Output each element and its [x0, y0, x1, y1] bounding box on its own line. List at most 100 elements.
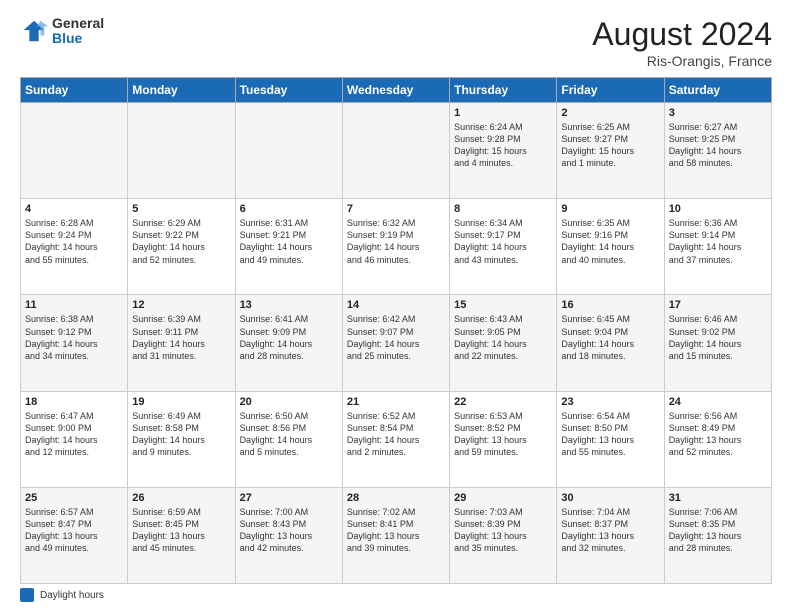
day-info: Sunrise: 6:52 AM Sunset: 8:54 PM Dayligh…: [347, 410, 445, 459]
day-number: 2: [561, 107, 659, 119]
day-cell: 9 Sunrise: 6:35 AM Sunset: 9:16 PM Daylig…: [557, 199, 664, 295]
day-cell: 18Sunrise: 6:47 AM Sunset: 9:00 PM Dayli…: [21, 391, 128, 487]
day-cell: 12 Sunrise: 6:39 AM Sunset: 9:11 PM Dayli…: [128, 295, 235, 391]
day-info: Sunrise: 6:27 AM Sunset: 9:25 PM Dayligh…: [669, 121, 767, 170]
day-cell: [21, 103, 128, 199]
month-year: August 2024: [592, 16, 772, 53]
day-number: 1: [454, 107, 552, 119]
weekday-wednesday: Wednesday: [342, 78, 449, 103]
day-cell: 28 Sunrise: 7:02 AM Sunset: 8:41 PM Dayli…: [342, 487, 449, 583]
day-info: Sunrise: 7:06 AM Sunset: 8:35 PM Dayligh…: [669, 506, 767, 555]
day-info: Sunrise: 6:25 AM Sunset: 9:27 PM Dayligh…: [561, 121, 659, 170]
day-number: 10: [669, 203, 767, 215]
day-number: 11: [25, 299, 123, 311]
page: General Blue August 2024 Ris-Orangis, Fr…: [0, 0, 792, 612]
day-number: 25: [25, 492, 123, 504]
day-number: 7: [347, 203, 445, 215]
day-cell: 19 Sunrise: 6:49 AM Sunset: 8:58 PM Dayli…: [128, 391, 235, 487]
logo: General Blue: [20, 16, 104, 47]
day-cell: 21 Sunrise: 6:52 AM Sunset: 8:54 PM Dayli…: [342, 391, 449, 487]
day-cell: 7 Sunrise: 6:32 AM Sunset: 9:19 PM Daylig…: [342, 199, 449, 295]
weekday-thursday: Thursday: [450, 78, 557, 103]
day-number: 27: [240, 492, 338, 504]
day-cell: 17 Sunrise: 6:46 AM Sunset: 9:02 PM Dayli…: [664, 295, 771, 391]
day-number: 19: [132, 396, 230, 408]
day-info: Sunrise: 6:43 AM Sunset: 9:05 PM Dayligh…: [454, 313, 552, 362]
day-info: Sunrise: 6:28 AM Sunset: 9:24 PM Dayligh…: [25, 217, 123, 266]
weekday-sunday: Sunday: [21, 78, 128, 103]
day-info: Sunrise: 6:36 AM Sunset: 9:14 PM Dayligh…: [669, 217, 767, 266]
day-cell: 2 Sunrise: 6:25 AM Sunset: 9:27 PM Daylig…: [557, 103, 664, 199]
day-info: Sunrise: 6:46 AM Sunset: 9:02 PM Dayligh…: [669, 313, 767, 362]
day-cell: [342, 103, 449, 199]
week-row-1: 1Sunrise: 6:24 AM Sunset: 9:28 PM Daylig…: [21, 103, 772, 199]
week-row-5: 25 Sunrise: 6:57 AM Sunset: 8:47 PM Dayli…: [21, 487, 772, 583]
weekday-saturday: Saturday: [664, 78, 771, 103]
day-number: 28: [347, 492, 445, 504]
day-info: Sunrise: 7:02 AM Sunset: 8:41 PM Dayligh…: [347, 506, 445, 555]
day-number: 17: [669, 299, 767, 311]
day-number: 22: [454, 396, 552, 408]
day-number: 24: [669, 396, 767, 408]
day-cell: 6Sunrise: 6:31 AM Sunset: 9:21 PM Daylig…: [235, 199, 342, 295]
day-info: Sunrise: 6:39 AM Sunset: 9:11 PM Dayligh…: [132, 313, 230, 362]
day-cell: 11 Sunrise: 6:38 AM Sunset: 9:12 PM Dayli…: [21, 295, 128, 391]
day-cell: [235, 103, 342, 199]
day-number: 23: [561, 396, 659, 408]
day-cell: 5 Sunrise: 6:29 AM Sunset: 9:22 PM Daylig…: [128, 199, 235, 295]
day-info: Sunrise: 7:03 AM Sunset: 8:39 PM Dayligh…: [454, 506, 552, 555]
weekday-tuesday: Tuesday: [235, 78, 342, 103]
day-number: 20: [240, 396, 338, 408]
day-cell: 22 Sunrise: 6:53 AM Sunset: 8:52 PM Dayli…: [450, 391, 557, 487]
calendar-table: SundayMondayTuesdayWednesdayThursdayFrid…: [20, 77, 772, 584]
day-info: Sunrise: 6:49 AM Sunset: 8:58 PM Dayligh…: [132, 410, 230, 459]
day-info: Sunrise: 6:57 AM Sunset: 8:47 PM Dayligh…: [25, 506, 123, 555]
day-cell: 23Sunrise: 6:54 AM Sunset: 8:50 PM Dayli…: [557, 391, 664, 487]
day-info: Sunrise: 6:32 AM Sunset: 9:19 PM Dayligh…: [347, 217, 445, 266]
day-info: Sunrise: 6:42 AM Sunset: 9:07 PM Dayligh…: [347, 313, 445, 362]
day-cell: 15Sunrise: 6:43 AM Sunset: 9:05 PM Dayli…: [450, 295, 557, 391]
title-block: August 2024 Ris-Orangis, France: [592, 16, 772, 69]
day-number: 30: [561, 492, 659, 504]
weekday-row: SundayMondayTuesdayWednesdayThursdayFrid…: [21, 78, 772, 103]
day-cell: 20Sunrise: 6:50 AM Sunset: 8:56 PM Dayli…: [235, 391, 342, 487]
day-cell: 29 Sunrise: 7:03 AM Sunset: 8:39 PM Dayli…: [450, 487, 557, 583]
day-number: 9: [561, 203, 659, 215]
day-info: Sunrise: 6:53 AM Sunset: 8:52 PM Dayligh…: [454, 410, 552, 459]
day-number: 12: [132, 299, 230, 311]
day-number: 14: [347, 299, 445, 311]
week-row-4: 18Sunrise: 6:47 AM Sunset: 9:00 PM Dayli…: [21, 391, 772, 487]
day-number: 21: [347, 396, 445, 408]
day-cell: 10 Sunrise: 6:36 AM Sunset: 9:14 PM Dayli…: [664, 199, 771, 295]
day-number: 13: [240, 299, 338, 311]
day-info: Sunrise: 6:56 AM Sunset: 8:49 PM Dayligh…: [669, 410, 767, 459]
day-info: Sunrise: 7:00 AM Sunset: 8:43 PM Dayligh…: [240, 506, 338, 555]
day-info: Sunrise: 6:35 AM Sunset: 9:16 PM Dayligh…: [561, 217, 659, 266]
logo-general: General: [52, 16, 104, 31]
calendar-body: 1Sunrise: 6:24 AM Sunset: 9:28 PM Daylig…: [21, 103, 772, 584]
weekday-monday: Monday: [128, 78, 235, 103]
day-number: 3: [669, 107, 767, 119]
footer-label: Daylight hours: [40, 590, 104, 601]
day-number: 5: [132, 203, 230, 215]
weekday-friday: Friday: [557, 78, 664, 103]
day-cell: 25 Sunrise: 6:57 AM Sunset: 8:47 PM Dayli…: [21, 487, 128, 583]
day-info: Sunrise: 6:47 AM Sunset: 9:00 PM Dayligh…: [25, 410, 123, 459]
day-info: Sunrise: 6:38 AM Sunset: 9:12 PM Dayligh…: [25, 313, 123, 362]
day-cell: 8Sunrise: 6:34 AM Sunset: 9:17 PM Daylig…: [450, 199, 557, 295]
header: General Blue August 2024 Ris-Orangis, Fr…: [20, 16, 772, 69]
footer: Daylight hours: [20, 588, 772, 602]
day-info: Sunrise: 6:59 AM Sunset: 8:45 PM Dayligh…: [132, 506, 230, 555]
day-cell: 1Sunrise: 6:24 AM Sunset: 9:28 PM Daylig…: [450, 103, 557, 199]
day-info: Sunrise: 6:31 AM Sunset: 9:21 PM Dayligh…: [240, 217, 338, 266]
day-info: Sunrise: 7:04 AM Sunset: 8:37 PM Dayligh…: [561, 506, 659, 555]
week-row-3: 11 Sunrise: 6:38 AM Sunset: 9:12 PM Dayli…: [21, 295, 772, 391]
day-number: 29: [454, 492, 552, 504]
day-cell: 3 Sunrise: 6:27 AM Sunset: 9:25 PM Daylig…: [664, 103, 771, 199]
day-cell: 26Sunrise: 6:59 AM Sunset: 8:45 PM Dayli…: [128, 487, 235, 583]
day-info: Sunrise: 6:29 AM Sunset: 9:22 PM Dayligh…: [132, 217, 230, 266]
daylight-icon: [20, 588, 34, 602]
day-cell: [128, 103, 235, 199]
day-number: 4: [25, 203, 123, 215]
day-cell: 16Sunrise: 6:45 AM Sunset: 9:04 PM Dayli…: [557, 295, 664, 391]
